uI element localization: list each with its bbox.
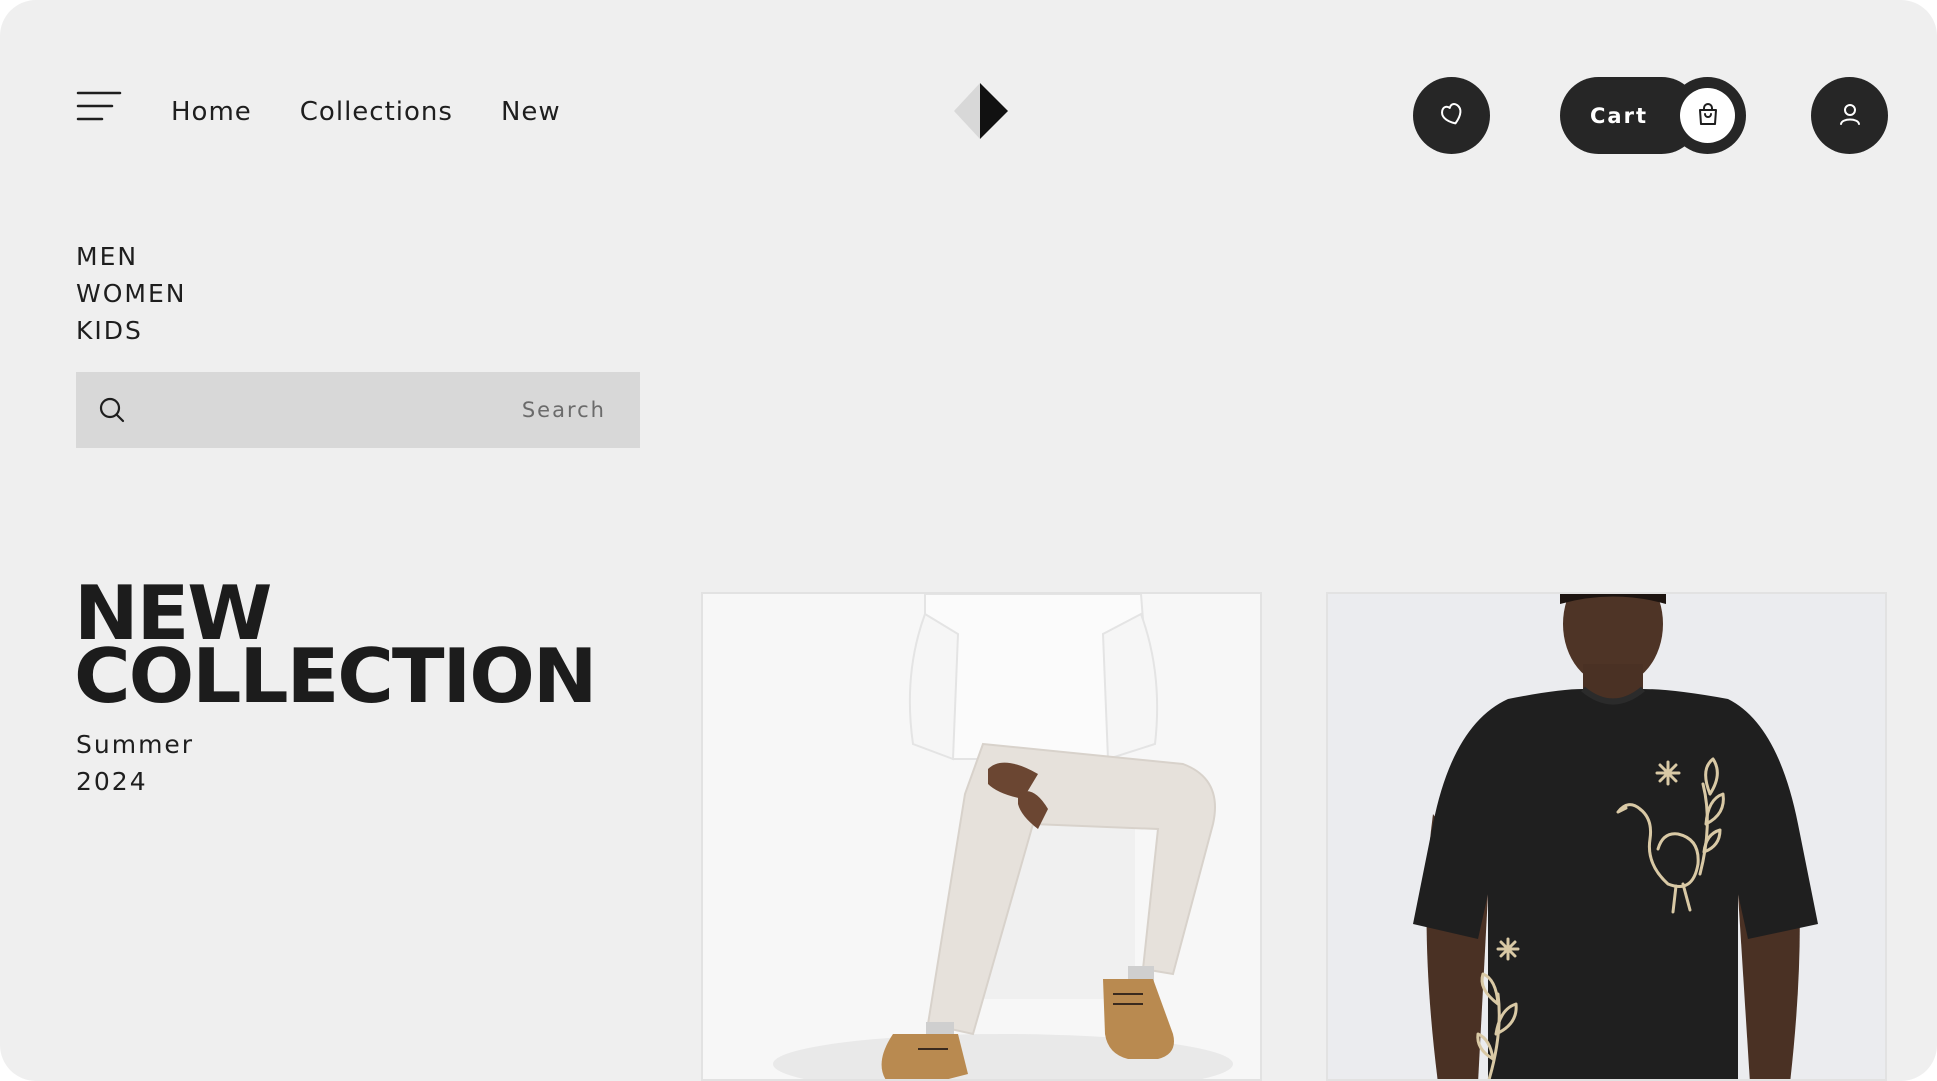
category-kids-link[interactable]: KIDS: [76, 312, 186, 349]
search-bar: [76, 372, 640, 448]
product-image-2: [1328, 594, 1885, 1079]
product-card-1[interactable]: [701, 592, 1262, 1081]
main-nav: Home Collections New: [171, 90, 609, 134]
cart-icon-button[interactable]: [1669, 77, 1746, 154]
hamburger-menu-icon[interactable]: [76, 90, 122, 124]
hero-subtitle: Summer 2024: [76, 726, 194, 800]
search-input[interactable]: [146, 372, 606, 448]
product-image-1: [703, 594, 1260, 1079]
category-list: MEN WOMEN KIDS: [76, 238, 186, 349]
shopping-bag-icon: [1694, 100, 1722, 132]
hero-title: NEW COLLECTION: [74, 576, 597, 720]
cart-label: Cart: [1590, 103, 1648, 128]
logo-icon[interactable]: [954, 83, 1010, 139]
search-icon[interactable]: [98, 396, 126, 424]
nav-collections-link[interactable]: Collections: [300, 90, 453, 134]
product-card-2[interactable]: [1326, 592, 1887, 1081]
hero-title-line2: COLLECTION: [74, 632, 597, 720]
hero-subtitle-year: 2024: [76, 767, 148, 796]
nav-home-link[interactable]: Home: [171, 90, 252, 134]
cart-control: Cart: [1560, 77, 1746, 154]
nav-new-link[interactable]: New: [501, 90, 561, 134]
profile-button[interactable]: [1811, 77, 1888, 154]
heart-icon: [1437, 99, 1467, 133]
page-frame: Home Collections New Cart MEN WOMEN KIDS…: [0, 0, 1937, 1081]
category-men-link[interactable]: MEN: [76, 238, 186, 275]
user-icon: [1836, 100, 1864, 132]
favorites-button[interactable]: [1413, 77, 1490, 154]
category-women-link[interactable]: WOMEN: [76, 275, 186, 312]
hero-subtitle-season: Summer: [76, 730, 195, 759]
